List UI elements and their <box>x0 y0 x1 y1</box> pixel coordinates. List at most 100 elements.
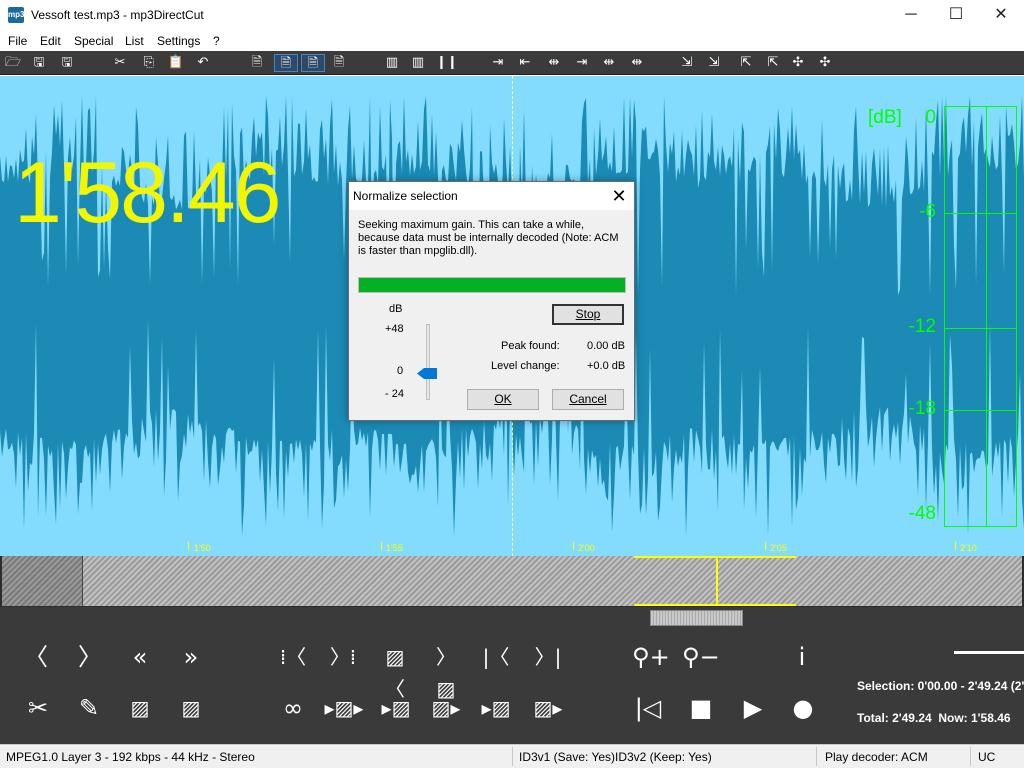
dialog-title: Normalize selection <box>353 189 458 203</box>
to-end-sel-icon[interactable]: 〉⁞ <box>325 641 361 673</box>
gain-zero-label: 0 <box>397 365 404 377</box>
cue-3-icon[interactable]: ⇹ <box>545 54 563 72</box>
split-bars2-icon[interactable]: ▥ <box>409 54 427 72</box>
paste-icon[interactable]: 📋 <box>167 54 185 72</box>
title-bar: mp3 Vessoft test.mp3 - mp3DirectCut ─ ☐ … <box>0 0 1024 31</box>
total-length: Total: 2'49.24 <box>857 711 932 725</box>
ruler-tick <box>573 542 574 550</box>
sel-begin-icon[interactable]: ▨〈 <box>377 641 413 701</box>
doc-b-icon[interactable]: 🗎 <box>301 54 325 72</box>
ok-button[interactable]: OK <box>467 389 539 410</box>
total-info: Total: 2'49.24 Now: 1'58.46 <box>857 711 1011 725</box>
overview-cut-region <box>2 556 83 606</box>
dialog-title-bar: Normalize selection ✕ <box>349 182 634 210</box>
volume-slider[interactable] <box>954 651 1024 654</box>
minimize-button[interactable]: ─ <box>888 0 934 31</box>
db-scale-0: 0 <box>925 107 936 128</box>
close-button[interactable]: ✕ <box>978 0 1024 31</box>
rewind-icon[interactable]: « <box>122 641 158 673</box>
marker-4-icon[interactable]: ⇱ <box>764 54 782 72</box>
cue-4-icon[interactable]: ⇥ <box>573 54 591 72</box>
save-split-icon[interactable]: 🖫 <box>58 54 76 72</box>
to-begin-sel-icon[interactable]: ⁞〈 <box>275 641 311 673</box>
marker-5-icon[interactable]: ✣ <box>789 54 807 72</box>
scroll-thumb[interactable] <box>650 610 743 626</box>
normalize-progress-bar <box>358 277 626 293</box>
ruler-label: 2'05 <box>770 543 787 553</box>
play-end-icon[interactable]: ▨▸ <box>530 692 566 724</box>
play-icon[interactable]: ▶ <box>735 692 771 724</box>
toolbar: 🗁 🖫 🖫 ✂ ⎘ 📋 ↶ 🗎 🗎 🗎 🗎 ▥ ▥ ❙❙ ⇥ ⇤ ⇹ ⇥ ⇹ ⇹… <box>0 51 1024 75</box>
peak-found-value: 0.00 dB <box>587 340 625 352</box>
pencil-icon[interactable]: ✎ <box>71 692 107 724</box>
ruler-tick <box>381 542 382 550</box>
ruler-label: 2'00 <box>578 543 595 553</box>
time-readout: 1'58.46 <box>14 145 281 241</box>
ruler-label: 2'10 <box>960 543 977 553</box>
cue-5-icon[interactable]: ⇹ <box>598 54 620 72</box>
play-cursor-icon[interactable]: ▸▨ <box>478 692 514 724</box>
fade-out-icon[interactable]: ▨ <box>173 692 209 724</box>
split-bars-icon[interactable]: ▥ <box>381 54 403 72</box>
cut-icon[interactable]: ✂ <box>20 692 56 724</box>
menu-special[interactable]: Special <box>74 34 113 48</box>
record-icon[interactable]: ● <box>785 692 821 724</box>
goto-start-icon[interactable]: |〈 <box>478 641 514 673</box>
level-change-value: +0.0 dB <box>587 360 626 372</box>
overview-view-window[interactable] <box>634 556 796 606</box>
cancel-button[interactable]: Cancel <box>552 389 624 410</box>
status-format: MPEG1.0 Layer 3 - 192 kbps - 44 kHz - St… <box>6 750 255 764</box>
loop-icon[interactable]: ∞ <box>275 692 311 724</box>
gain-max-label: +48 <box>385 323 404 335</box>
ruler-label: 1'55 <box>386 543 403 553</box>
skip-back-icon[interactable]: |◁ <box>630 692 666 724</box>
pause-bars-icon[interactable]: ❙❙ <box>436 54 458 72</box>
menu-file[interactable]: File <box>8 34 27 48</box>
doc-c-icon[interactable]: 🗎 <box>330 54 348 72</box>
marker-1-icon[interactable]: ⇲ <box>678 54 696 72</box>
progress-fill <box>359 278 625 292</box>
dialog-close-button[interactable]: ✕ <box>607 184 631 208</box>
play-to-cursor-icon[interactable]: ▸▨ <box>378 692 414 724</box>
marker-2-icon[interactable]: ⇲ <box>705 54 723 72</box>
gain-slider-track[interactable] <box>426 324 430 400</box>
cue-2-icon[interactable]: ⇤ <box>516 54 534 72</box>
marker-3-icon[interactable]: ⇱ <box>737 54 755 72</box>
stop-button[interactable]: Stop <box>552 304 624 325</box>
menu-settings[interactable]: Settings <box>157 34 200 48</box>
db-scale-48: -48 <box>908 503 936 524</box>
stop-icon[interactable]: ■ <box>683 692 719 724</box>
menu-list[interactable]: List <box>125 34 144 48</box>
goto-end-icon[interactable]: 〉| <box>530 641 566 673</box>
play-selection-icon[interactable]: ▸▨▸ <box>322 692 366 724</box>
dialog-message: Seeking maximum gain. This can take a wh… <box>358 219 619 257</box>
fade-in-icon[interactable]: ▨ <box>122 692 158 724</box>
open-icon[interactable]: 🗁 <box>4 54 22 72</box>
doc-a-icon[interactable]: 🗎 <box>274 54 298 72</box>
info-icon[interactable]: ⅰ <box>784 641 820 673</box>
cut-icon[interactable]: ✂ <box>111 54 129 72</box>
overview-position-marker <box>716 556 718 606</box>
sel-end-icon[interactable]: 〉▨ <box>428 641 464 701</box>
play-from-icon[interactable]: ▨▸ <box>428 692 464 724</box>
next-icon[interactable]: 〉 <box>72 641 108 673</box>
normalize-dialog: Normalize selection ✕ Seeking maximum ga… <box>348 181 635 421</box>
copy-icon[interactable]: ⎘ <box>140 54 158 72</box>
window-title: Vessoft test.mp3 - mp3DirectCut <box>31 8 204 22</box>
gain-slider-thumb[interactable] <box>417 368 437 379</box>
marker-6-icon[interactable]: ✣ <box>816 54 834 72</box>
menu-edit[interactable]: Edit <box>40 34 61 48</box>
cue-1-icon[interactable]: ⇥ <box>489 54 507 72</box>
undo-icon[interactable]: ↶ <box>194 54 212 72</box>
cue-6-icon[interactable]: ⇹ <box>626 54 648 72</box>
overview-bar[interactable] <box>0 556 1024 607</box>
fast-forward-icon[interactable]: » <box>173 641 209 673</box>
zoom-out-icon[interactable]: ⚲− <box>682 641 720 673</box>
save-icon[interactable]: 🖫 <box>30 54 48 72</box>
doc-icon[interactable]: 🗎 <box>248 54 266 72</box>
zoom-in-icon[interactable]: ⚲+ <box>632 641 670 673</box>
status-id3v1: ID3v1 (Save: Yes) <box>519 750 616 764</box>
prev-icon[interactable]: 〈 <box>18 641 54 673</box>
maximize-button[interactable]: ☐ <box>933 0 979 31</box>
menu-help[interactable]: ? <box>213 34 220 48</box>
